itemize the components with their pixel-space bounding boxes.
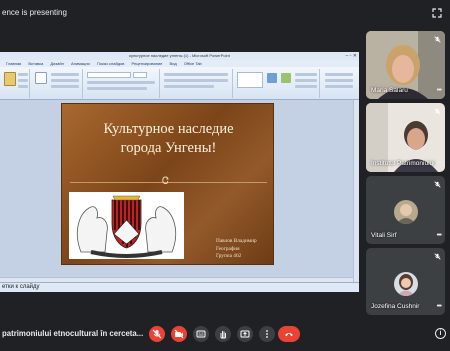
participant-name: Maria Salaru (371, 87, 408, 94)
powerpoint-title-bar: культурное наследие унгены (1) - Microso… (0, 52, 359, 60)
presenting-label: ence is presenting (2, 8, 67, 17)
camera-button[interactable] (171, 326, 187, 342)
hang-up-icon (285, 333, 293, 337)
powerpoint-title: культурное наследие унгены (1) - Microso… (129, 53, 230, 58)
vertical-scrollbar[interactable] (353, 100, 359, 282)
hand-icon (220, 331, 226, 339)
camera-off-icon (174, 329, 184, 339)
ribbon-tabs: Главная Вставка Дизайн Анимация Показ сл… (0, 60, 359, 67)
font-size-select[interactable] (133, 72, 147, 78)
ribbon-group-slides (31, 69, 83, 98)
ribbon-tab[interactable]: Вставка (28, 61, 43, 66)
expand-icon[interactable] (432, 8, 442, 18)
slide-caption: Павлов Владимир География Группа 402 (216, 238, 257, 261)
captions-button[interactable] (193, 326, 209, 342)
shapes-gallery[interactable] (237, 72, 263, 88)
ribbon-tab[interactable]: Office Tab (184, 61, 202, 66)
meeting-details-icon[interactable]: i (435, 328, 446, 339)
more-options-icon[interactable]: ••• (437, 232, 442, 239)
ribbon-tab[interactable]: Главная (6, 61, 21, 66)
arrange-icon[interactable] (267, 73, 277, 83)
more-options-icon[interactable]: ••• (437, 303, 442, 310)
top-bar: ence is presenting (0, 0, 450, 26)
microphone-button[interactable] (149, 326, 165, 342)
new-slide-icon[interactable] (35, 72, 47, 84)
ribbon-tab[interactable]: Рецензирование (132, 61, 163, 66)
more-vert-icon (266, 330, 268, 338)
ribbon-group-editing (321, 69, 359, 98)
font-name-select[interactable] (87, 72, 131, 78)
slide-title-line: города Унгены! (120, 140, 217, 156)
avatar (394, 272, 418, 296)
more-options-button[interactable] (259, 326, 275, 342)
participant-tile[interactable]: Maria Salaru ••• (366, 31, 445, 99)
slide: Культурное наследие города Унгены! Ꮳ Пав… (61, 103, 274, 265)
participant-name: Jozefina Cushnir (371, 303, 420, 310)
participant-tile[interactable]: Institutul Patrimoniului ••• (366, 103, 445, 172)
coat-of-arms-image (69, 192, 184, 259)
mic-off-icon (434, 181, 441, 188)
participant-name: Vitali Sirf (371, 232, 397, 239)
captions-icon (196, 330, 206, 338)
notes-placeholder: етки к слайду (2, 284, 40, 290)
mic-off-icon (434, 36, 441, 43)
present-screen-icon (240, 330, 250, 338)
raise-hand-button[interactable] (215, 326, 231, 342)
subject: География (216, 245, 240, 252)
mic-off-icon (434, 108, 441, 115)
ribbon (0, 67, 359, 100)
mic-off-icon (152, 329, 162, 339)
participant-name: Institutul Patrimoniului (371, 160, 435, 167)
leave-call-button[interactable] (278, 326, 300, 342)
ornament-icon: Ꮳ (162, 176, 169, 187)
ribbon-group-font (84, 69, 160, 98)
coat-of-arms-graphic (76, 195, 177, 258)
ribbon-tab[interactable]: Вид (170, 61, 177, 66)
paste-icon[interactable] (4, 72, 16, 86)
quick-styles-icon[interactable] (281, 73, 291, 83)
participant-tile[interactable]: Vitali Sirf ••• (366, 176, 445, 244)
meeting-title: patrimoniului etnocultural în cerceta... (2, 329, 144, 338)
shared-screen: культурное наследие унгены (1) - Microso… (0, 52, 359, 292)
window-controls: – ▫ ✕ (345, 53, 357, 59)
ribbon-tab[interactable]: Показ слайдов (97, 61, 125, 66)
mic-off-icon (434, 253, 441, 260)
ribbon-group-paragraph (161, 69, 233, 98)
present-button[interactable] (237, 326, 253, 342)
group-number: Группа 402 (216, 253, 242, 259)
ribbon-tab[interactable]: Дизайн (50, 61, 63, 66)
more-options-icon[interactable]: ••• (437, 87, 442, 94)
slide-title-line: Культурное наследие (103, 121, 234, 137)
meeting-controls-bar: patrimoniului etnocultural în cerceta...… (0, 318, 450, 351)
slide-title: Культурное наследие города Унгены! (62, 120, 275, 158)
slide-workspace: Культурное наследие города Унгены! Ꮳ Пав… (0, 100, 359, 282)
avatar (394, 200, 418, 224)
ribbon-tab[interactable]: Анимация (71, 61, 90, 66)
ribbon-group-drawing (234, 69, 320, 98)
notes-pane[interactable]: етки к слайду (0, 282, 359, 292)
ribbon-group-clipboard (0, 69, 30, 98)
author-name: Павлов Владимир (216, 238, 257, 244)
more-options-icon[interactable]: ••• (437, 160, 442, 167)
participant-tile[interactable]: Jozefina Cushnir ••• (366, 248, 445, 315)
